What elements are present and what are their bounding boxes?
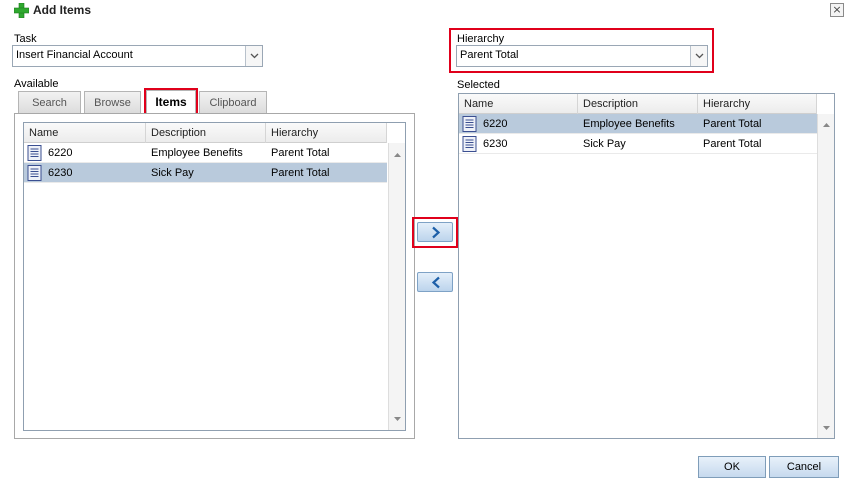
column-header-description[interactable]: Description <box>578 94 698 114</box>
selected-scrollbar[interactable] <box>817 114 834 438</box>
selected-label: Selected <box>457 79 500 91</box>
cell-name: 6230 <box>48 167 73 179</box>
cell-description: Employee Benefits <box>583 118 675 130</box>
column-header-hierarchy[interactable]: Hierarchy <box>698 94 817 114</box>
column-header-description[interactable]: Description <box>146 123 266 143</box>
task-select-value: Insert Financial Account <box>16 49 133 61</box>
plus-icon <box>14 3 29 18</box>
scroll-up-icon[interactable] <box>822 122 831 128</box>
scroll-down-icon[interactable] <box>393 416 402 422</box>
cancel-button[interactable]: Cancel <box>769 456 839 478</box>
cell-hierarchy: Parent Total <box>703 138 762 150</box>
available-panel: Name Description Hierarchy 6220 Employee… <box>14 113 415 439</box>
move-left-button[interactable] <box>417 272 453 292</box>
chevron-right-icon <box>432 226 441 239</box>
cell-description: Sick Pay <box>583 138 626 150</box>
cell-hierarchy: Parent Total <box>271 167 330 179</box>
chevron-left-icon <box>431 276 440 289</box>
cell-hierarchy: Parent Total <box>271 147 330 159</box>
document-icon <box>462 136 477 152</box>
document-icon <box>462 116 477 132</box>
cell-description: Employee Benefits <box>151 147 243 159</box>
dialog-title: Add Items <box>33 3 92 17</box>
tab-clipboard[interactable]: Clipboard <box>199 91 267 113</box>
task-select[interactable]: Insert Financial Account <box>12 45 263 67</box>
items-tab-highlight <box>144 88 198 116</box>
task-label: Task <box>14 33 37 45</box>
tab-search[interactable]: Search <box>18 91 81 113</box>
move-right-button[interactable] <box>417 222 453 242</box>
available-scrollbar[interactable] <box>388 143 405 430</box>
table-row[interactable]: 6230 Sick Pay Parent Total <box>459 134 817 154</box>
table-row[interactable]: 6220 Employee Benefits Parent Total <box>24 143 387 163</box>
chevron-down-icon[interactable] <box>245 46 262 66</box>
chevron-down-icon[interactable] <box>690 46 707 66</box>
ok-button[interactable]: OK <box>698 456 766 478</box>
cell-name: 6220 <box>48 147 73 159</box>
column-header-name[interactable]: Name <box>24 123 146 143</box>
document-icon <box>27 165 42 181</box>
selected-grid: Name Description Hierarchy 6220 Employee… <box>458 93 835 439</box>
document-icon <box>27 145 42 161</box>
scroll-down-icon[interactable] <box>822 425 831 431</box>
available-grid: Name Description Hierarchy 6220 Employee… <box>23 122 406 431</box>
cell-description: Sick Pay <box>151 167 194 179</box>
scroll-up-icon[interactable] <box>393 152 402 158</box>
cell-hierarchy: Parent Total <box>703 118 762 130</box>
close-icon[interactable]: × <box>830 3 844 17</box>
hierarchy-select[interactable]: Parent Total <box>456 45 708 67</box>
hierarchy-select-value: Parent Total <box>460 49 519 61</box>
table-row[interactable]: 6230 Sick Pay Parent Total <box>24 163 387 183</box>
available-grid-header: Name Description Hierarchy <box>24 123 387 143</box>
cell-name: 6220 <box>483 118 508 130</box>
hierarchy-label: Hierarchy <box>457 33 505 45</box>
column-header-hierarchy[interactable]: Hierarchy <box>266 123 387 143</box>
dialog-titlebar: Add Items × <box>0 0 849 22</box>
table-row[interactable]: 6220 Employee Benefits Parent Total <box>459 114 817 134</box>
column-header-name[interactable]: Name <box>459 94 578 114</box>
selected-grid-header: Name Description Hierarchy <box>459 94 817 114</box>
tab-browse[interactable]: Browse <box>84 91 141 113</box>
cell-name: 6230 <box>483 138 508 150</box>
available-label: Available <box>14 78 59 90</box>
